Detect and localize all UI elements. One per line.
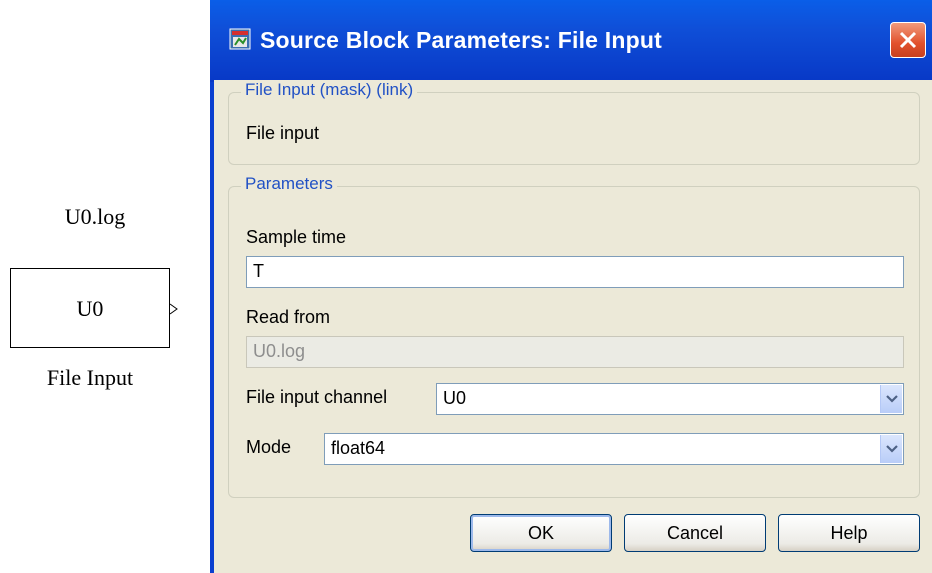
channel-dropdown-button[interactable] [880,385,902,413]
dialog-title: Source Block Parameters: File Input [260,27,662,53]
block-inner-label: U0 [76,296,104,321]
mode-label: Mode [246,437,292,457]
read-from-label: Read from [246,307,331,327]
parameters-group: Parameters Sample time T Read from U0.lo… [228,174,920,498]
help-button[interactable]: Help [778,514,920,552]
title-bar[interactable]: Source Block Parameters: File Input [210,0,932,82]
dialog-client-area: File Input (mask) (link) File input Para… [214,80,932,573]
block-name-label: File Input [46,365,134,390]
mode-value: float64 [331,438,386,458]
close-icon [899,31,917,49]
mask-description-text: File input [246,123,320,143]
simulink-block-icon [229,28,251,50]
file-input-channel-label: File input channel [246,387,388,407]
mode-select[interactable]: float64 [324,433,904,465]
file-input-block[interactable]: U0 [10,268,170,348]
mask-description-group: File Input (mask) (link) File input [228,80,920,165]
file-input-channel-value: U0 [443,388,467,408]
chevron-down-icon [886,395,898,403]
sample-time-input[interactable]: T [246,256,904,288]
parameters-group-legend: Parameters [241,174,337,194]
chevron-down-icon [886,445,898,453]
sample-time-label: Sample time [246,227,347,247]
block-filename-label: U0.log [64,204,126,229]
close-button[interactable] [890,22,926,58]
mode-dropdown-button[interactable] [880,435,902,463]
ok-button[interactable]: OK [470,514,612,552]
read-from-input: U0.log [246,336,904,368]
output-port-icon[interactable] [169,303,179,315]
mask-group-legend: File Input (mask) (link) [241,80,418,100]
block-parameters-dialog: Source Block Parameters: File Input File… [210,0,932,573]
file-input-channel-select[interactable]: U0 [436,383,904,415]
cancel-button[interactable]: Cancel [624,514,766,552]
